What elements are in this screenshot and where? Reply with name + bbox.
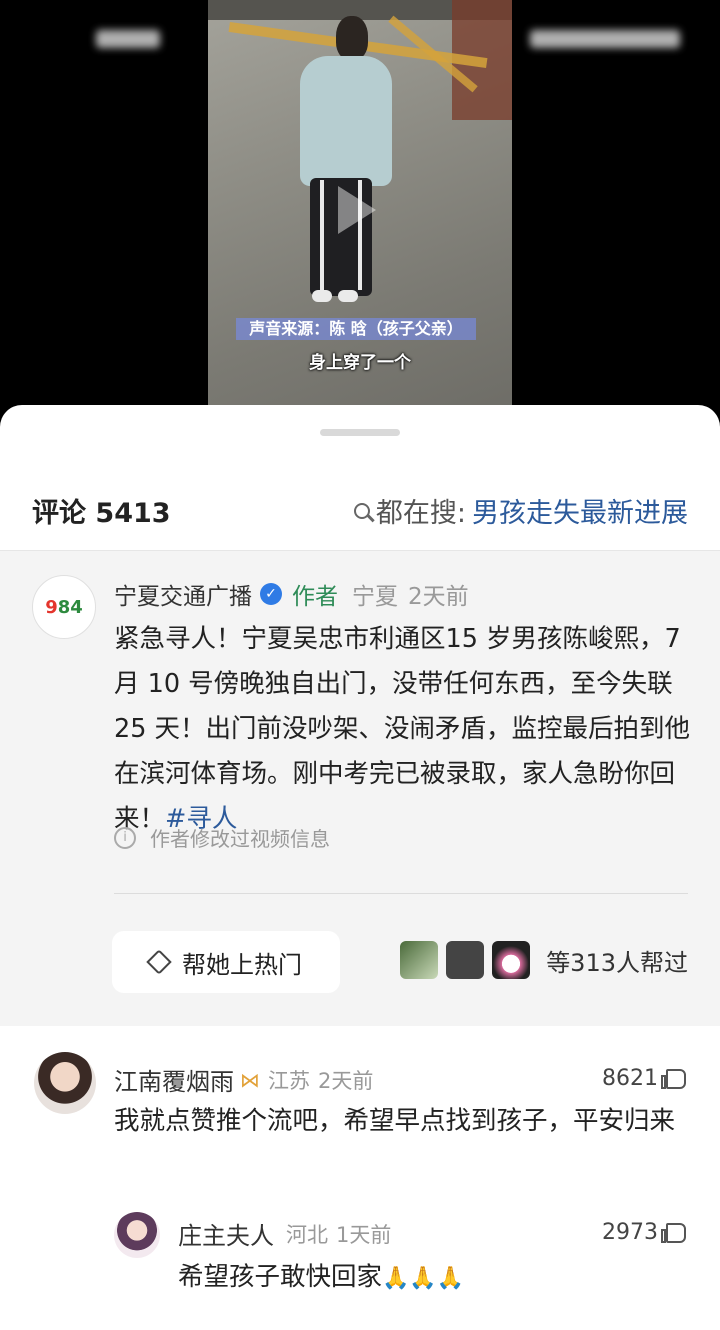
video-pants-stripe bbox=[320, 180, 324, 290]
comment-text: 希望孩子敢快回家🙏🙏🙏 bbox=[178, 1256, 688, 1300]
boost-label: 帮她上热门 bbox=[182, 950, 302, 979]
trending-search[interactable]: 都在搜: 男孩走失最新进展 bbox=[353, 491, 688, 530]
verified-check-icon: ✓ bbox=[260, 583, 282, 605]
helper-avatar bbox=[400, 941, 439, 979]
author-name[interactable]: 宁夏交通广播 bbox=[114, 577, 252, 611]
boost-button[interactable]: 帮她上热门 bbox=[112, 931, 340, 993]
thumbs-up-icon bbox=[661, 1068, 686, 1089]
avatar-logo-text: 9 bbox=[45, 596, 58, 618]
video-caption-speech: 身上穿了一个 bbox=[309, 353, 411, 373]
comments-count: 5413 bbox=[95, 498, 171, 529]
video-shoe bbox=[312, 290, 332, 302]
comment-name-row: 庄主夫人 河北 1天前 bbox=[178, 1216, 391, 1251]
heart-icon bbox=[146, 949, 172, 975]
commenter-name[interactable]: 江南覆烟雨 bbox=[114, 1062, 234, 1097]
comment-name-row: 江南覆烟雨 ⋈ 江苏 2天前 bbox=[114, 1062, 373, 1097]
author-time: 2天前 bbox=[408, 584, 469, 610]
comment-time: 1天前 bbox=[336, 1222, 392, 1247]
comment-text-body: 希望孩子敢快回家 bbox=[178, 1262, 383, 1292]
edited-note-text: 作者修改过视频信息 bbox=[150, 827, 330, 851]
comment-location: 江苏 bbox=[268, 1068, 310, 1093]
divider bbox=[114, 893, 688, 894]
pray-emoji: 🙏🙏🙏 bbox=[382, 1266, 465, 1291]
post-body: 紧急寻人！宁夏吴忠市利通区15 岁男孩陈峻熙，7 月 10 号傍晚独自出门，没带… bbox=[114, 624, 691, 834]
edited-note: i 作者修改过视频信息 bbox=[114, 823, 330, 852]
video-shoe bbox=[338, 290, 358, 302]
comments-label: 评论 bbox=[32, 498, 86, 529]
trending-prefix: 都在搜: bbox=[375, 498, 466, 529]
blurred-status-left bbox=[96, 30, 160, 48]
video-person-head bbox=[336, 16, 368, 60]
helper-avatar bbox=[492, 941, 531, 979]
author-post: 9 84 宁夏交通广播 ✓ 作者 宁夏 2天前 紧急寻人！宁夏吴忠市利通区15 岁… bbox=[0, 550, 720, 1026]
video-person-hoodie bbox=[300, 56, 392, 186]
helper-avatar bbox=[446, 941, 485, 979]
comment-text: 我就点赞推个流吧，希望早点找到孩子，平安归来 bbox=[114, 1106, 676, 1136]
comment-time: 2天前 bbox=[318, 1068, 374, 1093]
avatar[interactable] bbox=[34, 1052, 96, 1114]
helpers-row[interactable]: 等313人帮过 bbox=[400, 941, 688, 979]
comments-title: 评论 5413 bbox=[32, 491, 171, 530]
avatar[interactable]: 9 84 bbox=[32, 575, 96, 639]
sheet-drag-handle[interactable] bbox=[320, 429, 400, 436]
badge-icon: ⋈ bbox=[240, 1067, 260, 1092]
like-button[interactable]: 8621 bbox=[602, 1066, 686, 1091]
search-icon bbox=[353, 502, 370, 519]
like-count: 2973 bbox=[602, 1220, 658, 1245]
comment-location: 河北 bbox=[286, 1222, 328, 1247]
helpers-label: 等313人帮过 bbox=[546, 948, 688, 977]
author-location: 宁夏 bbox=[352, 584, 398, 610]
like-button[interactable]: 2973 bbox=[602, 1220, 686, 1245]
avatar-logo-text: 84 bbox=[57, 596, 83, 618]
avatar[interactable] bbox=[114, 1212, 160, 1258]
author-name-row: 宁夏交通广播 ✓ 作者 宁夏 2天前 bbox=[114, 577, 469, 611]
play-icon[interactable] bbox=[338, 186, 376, 234]
post-text: 紧急寻人！宁夏吴忠市利通区15 岁男孩陈峻熙，7 月 10 号傍晚独自出门，没带… bbox=[114, 617, 692, 842]
thumbs-up-icon bbox=[661, 1222, 686, 1243]
author-tag: 作者 bbox=[292, 584, 338, 610]
video-frame[interactable]: 声音来源：陈 晗（孩子父亲） 身上穿了一个 bbox=[208, 0, 512, 420]
comments-sheet: 评论 5413 都在搜: 男孩走失最新进展 9 84 宁夏交通广播 ✓ 作者 宁夏… bbox=[0, 405, 720, 1330]
trending-term[interactable]: 男孩走失最新进展 bbox=[472, 491, 688, 530]
like-count: 8621 bbox=[602, 1066, 658, 1091]
blurred-status-right bbox=[530, 30, 680, 48]
commenter-name[interactable]: 庄主夫人 bbox=[178, 1216, 274, 1251]
video-player[interactable]: 声音来源：陈 晗（孩子父亲） 身上穿了一个 bbox=[0, 0, 720, 420]
info-icon: i bbox=[114, 826, 136, 849]
video-caption-source: 声音来源：陈 晗（孩子父亲） bbox=[236, 318, 476, 340]
